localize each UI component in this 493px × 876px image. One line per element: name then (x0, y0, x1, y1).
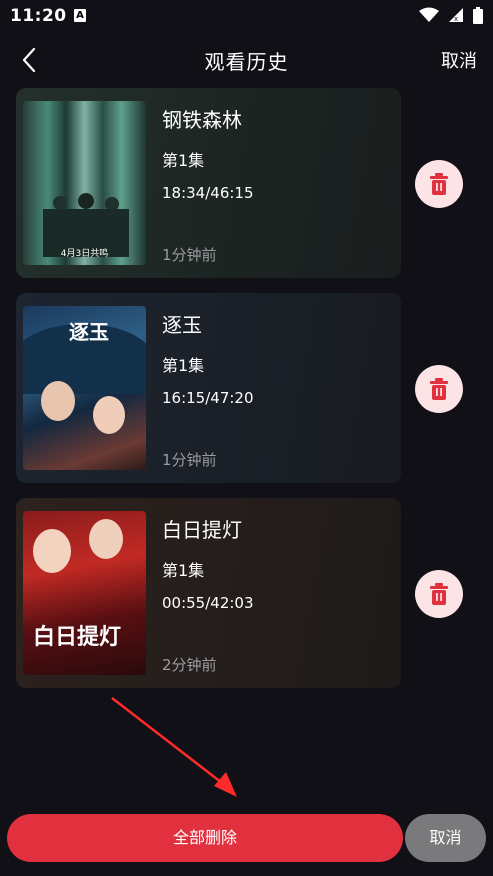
status-icons: x (415, 7, 483, 26)
poster-image: 逐玉 (23, 306, 146, 470)
svg-text:x: x (454, 15, 458, 23)
item-title: 白日提灯 (162, 518, 242, 542)
item-watched-ago: 2分钟前 (162, 656, 217, 674)
item-progress: 18:34/46:15 (162, 184, 254, 202)
item-title: 逐玉 (162, 313, 202, 337)
item-episode: 第1集 (162, 151, 205, 170)
battery-icon (473, 7, 483, 24)
wifi-icon (418, 7, 439, 22)
status-bar: 11:20 A x (0, 0, 493, 34)
header: 观看历史 取消 (0, 40, 493, 80)
history-card[interactable]: 逐玉 逐玉 第1集 16:15/47:20 1分钟前 (16, 293, 401, 483)
item-title: 钢铁森林 (162, 108, 242, 132)
history-card[interactable]: 白日提灯 白日提灯 第1集 00:55/42:03 2分钟前 (16, 498, 401, 688)
item-progress: 16:15/47:20 (162, 389, 254, 407)
poster-caption: 逐玉 (69, 320, 109, 344)
delete-item-button[interactable] (415, 160, 463, 208)
status-time: 11:20 (10, 6, 67, 26)
notification-icon: A (74, 9, 86, 22)
history-card[interactable]: 4月3日共鸣 钢铁森林 第1集 18:34/46:15 1分钟前 (16, 88, 401, 278)
page-title: 观看历史 (204, 50, 289, 74)
item-watched-ago: 1分钟前 (162, 451, 217, 469)
delete-item-button[interactable] (415, 365, 463, 413)
poster-caption: 白日提灯 (33, 624, 122, 650)
delete-all-button[interactable]: 全部删除 (7, 814, 403, 862)
bottom-cancel-button[interactable]: 取消 (405, 814, 486, 862)
trash-icon (430, 378, 448, 400)
poster-caption: 4月3日共鸣 (60, 249, 109, 259)
poster-image: 白日提灯 (23, 511, 146, 675)
item-episode: 第1集 (162, 356, 205, 375)
trash-icon (430, 173, 448, 195)
signal-icon: x (448, 8, 463, 23)
item-episode: 第1集 (162, 561, 205, 580)
item-watched-ago: 1分钟前 (162, 246, 217, 264)
poster-image: 4月3日共鸣 (23, 101, 146, 265)
header-cancel-button[interactable]: 取消 (441, 47, 477, 73)
delete-item-button[interactable] (415, 570, 463, 618)
item-progress: 00:55/42:03 (162, 594, 254, 612)
trash-icon (430, 583, 448, 605)
